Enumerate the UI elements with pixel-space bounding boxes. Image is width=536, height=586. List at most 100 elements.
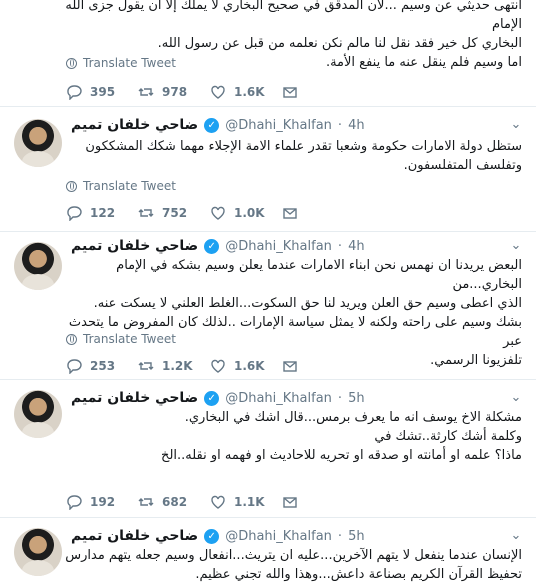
- heart-icon: [211, 206, 225, 220]
- tweet-time[interactable]: 4h: [348, 118, 365, 133]
- author-handle[interactable]: @Dhahi_Khalfan: [225, 391, 332, 406]
- tweet-line: وكلمة أشك كارثة..تشك في: [374, 429, 522, 444]
- heart-icon: [211, 85, 225, 99]
- like-button[interactable]: 1.6K: [210, 358, 282, 374]
- reply-button[interactable]: 253: [66, 358, 138, 374]
- separator-dot: ·: [337, 117, 343, 133]
- tweet-header: ضاحي خلفان تميم ✓ @Dhahi_Khalfan · 4h: [71, 236, 496, 256]
- tweet[interactable]: ضاحي خلفان تميم ✓ @Dhahi_Khalfan · 4h ⌄ …: [0, 232, 536, 380]
- reply-icon: [67, 85, 82, 100]
- verified-icon: ✓: [204, 117, 220, 133]
- tweet-line: البعض يريدنا ان نهمس نحن ابناء الامارات …: [116, 258, 522, 292]
- chevron-down-icon[interactable]: ⌄: [508, 390, 524, 406]
- globe-icon: [66, 57, 77, 69]
- tweet-line: انتهى حديثي عن وسيم ...لأن المدقق في صحي…: [65, 0, 522, 32]
- like-count: 1.1K: [234, 495, 265, 509]
- avatar[interactable]: [14, 528, 62, 576]
- tweet-actions: 253 1.2K 1.6K: [66, 356, 354, 376]
- reply-button[interactable]: 395: [66, 84, 138, 100]
- author-name[interactable]: ضاحي خلفان تميم: [71, 117, 198, 133]
- avatar[interactable]: [14, 242, 62, 290]
- separator-dot: ·: [337, 390, 343, 406]
- tweet-header: ضاحي خلفان تميم ✓ @Dhahi_Khalfan · 4h: [71, 115, 496, 135]
- reply-count: 253: [90, 359, 116, 373]
- like-button[interactable]: 1.0K: [210, 205, 282, 221]
- tweet-line: وتفلسف المتفلسفون.: [403, 158, 522, 173]
- globe-icon: [66, 180, 77, 192]
- retweet-icon: [138, 209, 154, 217]
- direct-message-button[interactable]: [282, 358, 354, 374]
- tweet-line: الذي اعطى وسيم حق العلن ويريد لنا حق الس…: [93, 296, 522, 311]
- author-handle[interactable]: @Dhahi_Khalfan: [225, 118, 332, 133]
- globe-icon: [66, 333, 77, 345]
- like-button[interactable]: 1.1K: [210, 494, 282, 510]
- tweet-text: مشكلة الاخ يوسف انه ما يعرف برمس...قال ا…: [64, 408, 522, 465]
- tweet-text: الإنسان عندما ينفعل لا يتهم الآخرين...عل…: [64, 546, 522, 584]
- translate-tweet-link[interactable]: Translate Tweet: [66, 179, 176, 193]
- verified-icon: ✓: [204, 390, 220, 406]
- reply-icon: [67, 206, 82, 221]
- retweet-count: 752: [162, 206, 188, 220]
- retweet-button[interactable]: 1.2K: [138, 358, 210, 374]
- verified-icon: ✓: [204, 528, 220, 544]
- avatar[interactable]: [14, 390, 62, 438]
- direct-message-button[interactable]: [282, 84, 354, 100]
- tweet-line: مشكلة الاخ يوسف انه ما يعرف برمس...قال ا…: [184, 410, 522, 425]
- heart-icon: [211, 359, 225, 373]
- tweet-line: تحفيظ القرآن الكريم بصناعة داعش...وهذا و…: [195, 567, 522, 582]
- tweet-feed: انتهى حديثي عن وسيم ...لأن المدقق في صحي…: [0, 0, 536, 586]
- retweet-count: 978: [162, 85, 188, 99]
- tweet-actions: 192 682 1.1K: [66, 492, 354, 512]
- tweet-line: ماذا؟ علمه او أمانته او صدقه او تحريه لل…: [161, 448, 522, 463]
- tweet-line: البخاري كل خير فقد نقل لنا مالم نكن نعلم…: [157, 36, 522, 51]
- heart-icon: [211, 495, 225, 509]
- like-count: 1.6K: [234, 359, 265, 373]
- chevron-down-icon[interactable]: ⌄: [508, 238, 524, 254]
- retweet-icon: [138, 88, 154, 96]
- reply-count: 122: [90, 206, 116, 220]
- author-name[interactable]: ضاحي خلفان تميم: [71, 390, 198, 406]
- tweet-time[interactable]: 5h: [348, 529, 365, 544]
- chevron-down-icon[interactable]: ⌄: [508, 117, 524, 133]
- envelope-icon: [283, 497, 297, 508]
- tweet[interactable]: ضاحي خلفان تميم ✓ @Dhahi_Khalfan · 4h ⌄ …: [0, 107, 536, 232]
- separator-dot: ·: [337, 528, 343, 544]
- author-handle[interactable]: @Dhahi_Khalfan: [225, 529, 332, 544]
- retweet-button[interactable]: 978: [138, 84, 210, 100]
- translate-label: Translate Tweet: [83, 56, 176, 70]
- reply-button[interactable]: 192: [66, 494, 138, 510]
- author-handle[interactable]: @Dhahi_Khalfan: [225, 239, 332, 254]
- translate-tweet-link[interactable]: Translate Tweet: [66, 332, 176, 346]
- tweet[interactable]: ضاحي خلفان تميم ✓ @Dhahi_Khalfan · 5h ⌄ …: [0, 518, 536, 586]
- author-name[interactable]: ضاحي خلفان تميم: [71, 238, 198, 254]
- reply-button[interactable]: 122: [66, 205, 138, 221]
- tweet[interactable]: ضاحي خلفان تميم ✓ @Dhahi_Khalfan · 5h ⌄ …: [0, 380, 536, 518]
- tweet-time[interactable]: 5h: [348, 391, 365, 406]
- retweet-count: 1.2K: [162, 359, 193, 373]
- envelope-icon: [283, 87, 297, 98]
- direct-message-button[interactable]: [282, 205, 354, 221]
- retweet-button[interactable]: 682: [138, 494, 210, 510]
- envelope-icon: [283, 361, 297, 372]
- like-button[interactable]: 1.6K: [210, 84, 282, 100]
- reply-icon: [67, 495, 82, 510]
- tweet-header: ضاحي خلفان تميم ✓ @Dhahi_Khalfan · 5h: [71, 388, 496, 408]
- translate-label: Translate Tweet: [83, 332, 176, 346]
- translate-tweet-link[interactable]: Translate Tweet: [66, 56, 176, 70]
- like-count: 1.6K: [234, 85, 265, 99]
- author-name[interactable]: ضاحي خلفان تميم: [71, 528, 198, 544]
- envelope-icon: [283, 208, 297, 219]
- direct-message-button[interactable]: [282, 494, 354, 510]
- separator-dot: ·: [337, 238, 343, 254]
- reply-count: 395: [90, 85, 116, 99]
- tweet-header: ضاحي خلفان تميم ✓ @Dhahi_Khalfan · 5h: [71, 526, 496, 546]
- translate-label: Translate Tweet: [83, 179, 176, 193]
- reply-icon: [67, 359, 82, 374]
- avatar[interactable]: [14, 119, 62, 167]
- tweet-time[interactable]: 4h: [348, 239, 365, 254]
- verified-icon: ✓: [204, 238, 220, 254]
- tweet[interactable]: انتهى حديثي عن وسيم ...لأن المدقق في صحي…: [0, 0, 536, 107]
- chevron-down-icon[interactable]: ⌄: [508, 528, 524, 544]
- like-count: 1.0K: [234, 206, 265, 220]
- retweet-button[interactable]: 752: [138, 205, 210, 221]
